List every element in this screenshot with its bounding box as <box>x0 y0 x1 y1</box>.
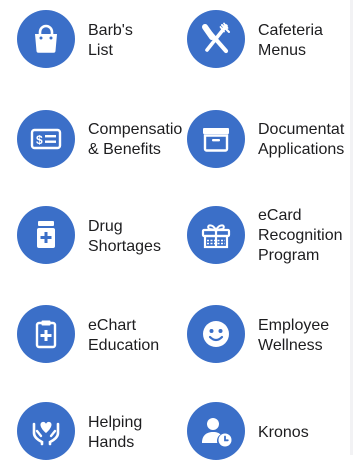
app-tile-drug-shortages[interactable]: Drug Shortages <box>17 206 167 268</box>
app-label: Helping Hands <box>88 414 143 451</box>
app-tile-ecard-recognition-program[interactable]: eCard Recognition Program <box>187 206 353 268</box>
app-label: Barb's List <box>88 22 133 59</box>
app-label: Documentat Applications <box>258 121 345 158</box>
app-label: Kronos <box>258 424 309 441</box>
app-label: Employee Wellness <box>258 317 330 354</box>
fork-knife-icon <box>187 10 245 68</box>
medicine-bottle-icon <box>17 206 75 264</box>
helping-hands-icon <box>17 402 75 460</box>
app-tile-compensation-benefits[interactable]: $ Compensatio & Benefits <box>17 110 187 172</box>
money-card-icon: $ <box>17 110 75 168</box>
user-clock-icon <box>187 402 245 460</box>
app-tile-employee-wellness[interactable]: Employee Wellness <box>187 305 353 367</box>
app-tile-cafeteria-menus[interactable]: Cafeteria Menus <box>187 10 347 72</box>
app-label: Compensatio & Benefits <box>88 121 183 158</box>
app-grid: Barb's List Cafeteria Menus $ Compensati… <box>0 0 353 460</box>
gift-box-icon <box>187 206 245 264</box>
app-tile-barbs-list[interactable]: Barb's List <box>17 10 167 72</box>
app-label: Cafeteria Menus <box>258 22 323 59</box>
archive-box-icon <box>187 110 245 168</box>
smiley-face-icon <box>187 305 245 363</box>
svg-text:$: $ <box>36 133 43 147</box>
app-label: eChart Education <box>88 317 160 354</box>
medical-clipboard-icon <box>17 305 75 363</box>
shopping-bag-icon <box>17 10 75 68</box>
app-label: Drug Shortages <box>88 218 161 255</box>
app-tile-echart-education[interactable]: eChart Education <box>17 305 167 367</box>
app-tile-documentation-applications[interactable]: Documentat Applications <box>187 110 353 172</box>
app-label: eCard Recognition Program <box>258 207 343 264</box>
